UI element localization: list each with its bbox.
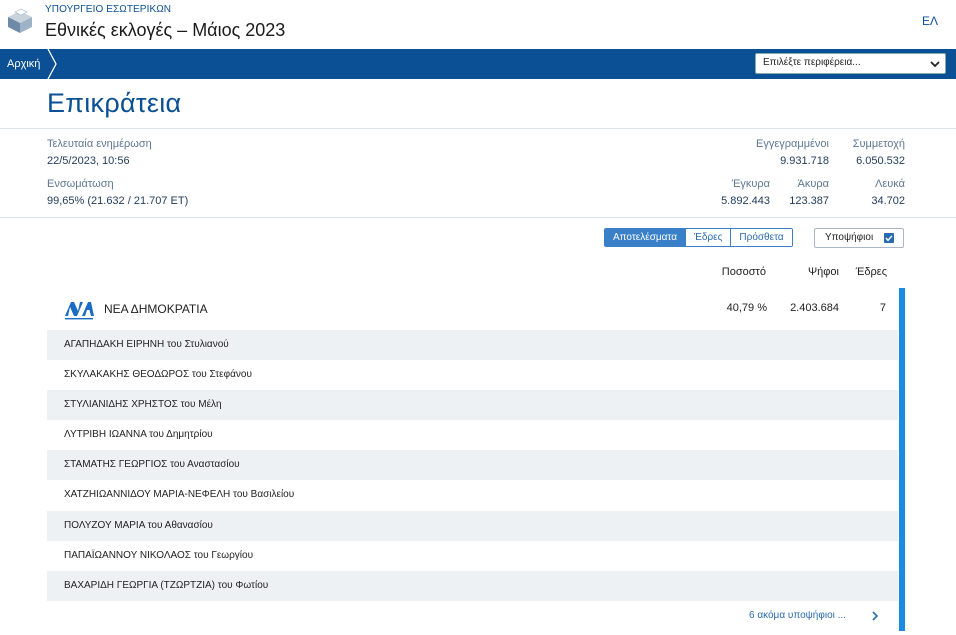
column-header-seats: Έδρες xyxy=(855,266,887,278)
more-candidates-link[interactable]: 6 ακόμα υποψήφιοι ... xyxy=(749,610,846,621)
page-title: Επικράτεια xyxy=(47,88,182,118)
ballot-box-icon xyxy=(8,8,32,33)
valid-label: Έγκυρα xyxy=(731,178,770,190)
party-logo xyxy=(65,302,94,320)
party-votes: 2.403.684 xyxy=(790,302,839,314)
candidate-list: ΑΓΑΠΗΔΑΚΗ ΕΙΡΗΝΗ του Στυλιανού ΣΚΥΛΑΚΑΚΗ… xyxy=(47,330,898,601)
candidate-row: ΣΚΥΛΑΚΑΚΗΣ ΘΕΟΔΩΡΟΣ του Στεφάνου xyxy=(64,369,252,381)
chevron-down-icon xyxy=(930,61,940,68)
candidates-toggle[interactable]: Υποψήφιοι xyxy=(814,228,904,248)
turnout-label: Συμμετοχή xyxy=(852,138,905,150)
app-header: ΥΠΟΥΡΓΕΙΟ ΕΣΩΤΕΡΙΚΩΝ Εθνικές εκλογές – Μ… xyxy=(0,0,956,49)
blank-label: Λευκά xyxy=(875,178,905,190)
candidate-row: ΒΑΧΑΡΙΔΗ ΓΕΩΡΓΙΑ (ΤΖΩΡΤΖΙΑ) του Φωτίου xyxy=(47,570,898,601)
tab-results[interactable]: Αποτελέσματα xyxy=(605,229,686,246)
blank-value: 34.702 xyxy=(871,195,905,207)
candidate-row: ΣΤΑΜΑΤΗΣ ΓΕΩΡΓΙΟΣ του Αναστασίου xyxy=(47,450,898,481)
party-name[interactable]: ΝΕΑ ΔΗΜΟΚΡΑΤΙΑ xyxy=(104,302,208,316)
candidate-row: ΑΓΑΠΗΔΑΚΗ ΕΙΡΗΝΗ του Στυλιανού xyxy=(47,330,898,361)
checkbox-checked-icon[interactable] xyxy=(884,233,894,243)
language-switcher[interactable]: ΕΛ xyxy=(922,14,938,28)
tab-extra[interactable]: Πρόσθετα xyxy=(730,229,792,246)
divider xyxy=(0,217,956,218)
candidate-row: ΧΑΤΖΗΙΩΑΝΝΙΔΟΥ ΜΑΡΙΑ-ΝΕΦΕΛΗ του Βασιλείο… xyxy=(64,489,295,501)
turnout-value: 6.050.532 xyxy=(856,155,905,167)
column-header-votes: Ψήφοι xyxy=(807,266,839,278)
party-color-bar xyxy=(899,288,905,631)
column-header-percent: Ποσοστό xyxy=(721,266,766,278)
integration-value: 99,65% (21.632 / 21.707 ΕΤ) xyxy=(47,195,189,207)
last-update-label: Τελευταία ενημέρωση xyxy=(47,138,152,150)
last-update-value: 22/5/2023, 10:56 xyxy=(47,155,130,167)
candidates-toggle-label: Υποψήφιοι xyxy=(825,232,874,243)
registered-label: Εγγεγραμμένοι xyxy=(756,138,829,150)
valid-value: 5.892.443 xyxy=(721,195,770,207)
integration-label: Ενσωμάτωση xyxy=(47,178,114,190)
tab-seats[interactable]: Έδρες xyxy=(685,229,731,246)
registered-value: 9.931.718 xyxy=(780,155,829,167)
ministry-name: ΥΠΟΥΡΓΕΙΟ ΕΣΩΤΕΡΙΚΩΝ xyxy=(45,4,172,15)
breadcrumb-chevron-icon xyxy=(47,49,57,79)
party-seats: 7 xyxy=(879,302,886,314)
region-select-value: Επιλέξτε περιφέρεια... xyxy=(763,57,861,68)
candidate-row: ΠΟΛΥΖΟΥ ΜΑΡΙΑ του Αθανασίου xyxy=(47,510,898,541)
candidate-row: ΛΥΤΡΙΒΗ ΙΩΑΝΝΑ του Δημητρίου xyxy=(64,429,213,441)
region-select[interactable]: Επιλέξτε περιφέρεια... xyxy=(755,53,946,74)
candidate-row: ΣΤΥΛΙΑΝΙΔΗΣ ΧΡΗΣΤΟΣ του Μέλη xyxy=(47,390,898,421)
divider xyxy=(0,128,956,129)
invalid-label: Άκυρα xyxy=(797,178,829,190)
invalid-value: 123.387 xyxy=(789,195,829,207)
party-percent: 40,79 % xyxy=(726,302,767,314)
election-title: Εθνικές εκλογές – Μάιος 2023 xyxy=(45,20,286,40)
candidate-row: ΠΑΠΑΪΩΑΝΝΟΥ ΝΙΚΟΛΑΟΣ του Γεωργίου xyxy=(64,549,254,561)
chevron-right-icon[interactable] xyxy=(870,610,880,622)
view-tabs: Αποτελέσματα Έδρες Πρόσθετα xyxy=(604,228,793,247)
